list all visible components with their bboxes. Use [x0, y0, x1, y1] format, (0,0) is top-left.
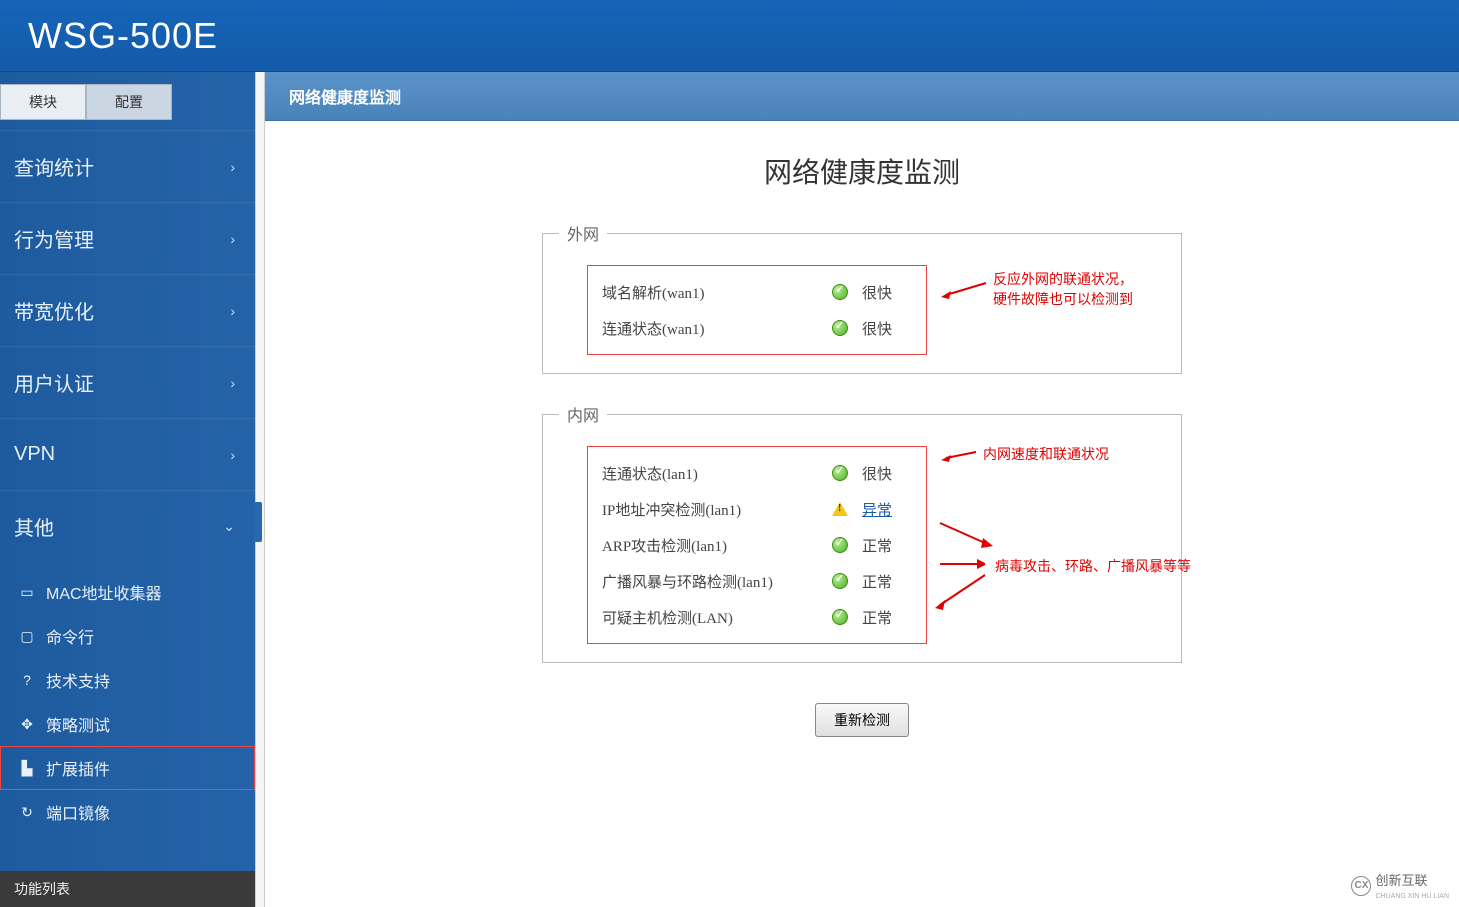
page-title: 网络健康度监测 [265, 151, 1459, 191]
sub-label: 端口镜像 [46, 800, 110, 824]
recheck-button[interactable]: 重新检测 [815, 703, 909, 737]
chevron-right-icon: › [230, 159, 235, 175]
puzzle-icon: ▙ [18, 759, 36, 777]
status-row: 可疑主机检测(LAN) 正常 [602, 599, 912, 635]
annotation-lan-attack: 病毒攻击、环路、广播风暴等等 [995, 556, 1191, 576]
nav-label: VPN [14, 443, 55, 466]
tab-config[interactable]: 配置 [86, 84, 172, 120]
status-text: 正常 [862, 571, 912, 592]
nav-other[interactable]: 其他 ⌄ [0, 490, 255, 562]
watermark-brand: 创新互联 [1375, 873, 1427, 888]
sub-label: 扩展插件 [46, 756, 110, 780]
status-text: 很快 [862, 318, 912, 339]
sub-cmdline[interactable]: ▢ 命令行 [0, 614, 255, 658]
nav-userauth[interactable]: 用户认证 › [0, 346, 255, 418]
sub-plugin[interactable]: ▙ 扩展插件 [0, 746, 255, 790]
main-content: 网络健康度监测 网络健康度监测 外网 域名解析(wan1) 很快 连通状态(wa… [265, 72, 1459, 907]
ok-icon [828, 609, 852, 625]
chevron-right-icon: › [230, 375, 235, 391]
subnav-other: ▭ MAC地址收集器 ▢ 命令行 ? 技术支持 ✥ 策略测试 ▙ 扩展插件 ↻ … [0, 562, 255, 846]
ok-icon [828, 573, 852, 589]
chevron-down-icon: ⌄ [223, 518, 235, 535]
card-icon: ▭ [18, 583, 36, 601]
splitter-handle-icon[interactable] [254, 502, 262, 542]
wan-status-box: 域名解析(wan1) 很快 连通状态(wan1) 很快 [587, 265, 927, 355]
chevron-right-icon: › [230, 231, 235, 247]
status-text: 正常 [862, 535, 912, 556]
ok-icon [828, 284, 852, 300]
nav-label: 带宽优化 [14, 296, 94, 325]
status-row: 域名解析(wan1) 很快 [602, 274, 912, 310]
sidebar: 模块 配置 查询统计 › 行为管理 › 带宽优化 › 用户认证 › VPN › … [0, 72, 255, 907]
refresh-icon: ↻ [18, 803, 36, 821]
sub-port-mirror[interactable]: ↻ 端口镜像 [0, 790, 255, 834]
status-row: ARP攻击检测(lan1) 正常 [602, 527, 912, 563]
status-row: 广播风暴与环路检测(lan1) 正常 [602, 563, 912, 599]
nav-label: 行为管理 [14, 224, 94, 253]
watermark-logo-icon: CX [1351, 876, 1371, 896]
watermark-sub: CHUANG XIN HU LIAN [1375, 893, 1449, 900]
ok-icon [828, 465, 852, 481]
nav-label: 用户认证 [14, 368, 94, 397]
tab-module[interactable]: 模块 [0, 84, 86, 120]
sidebar-footer: 功能列表 [0, 871, 255, 907]
status-row: 连通状态(lan1) 很快 [602, 455, 912, 491]
legend-lan: 内网 [559, 402, 607, 426]
arrow-icon [935, 570, 995, 610]
sub-mac-collector[interactable]: ▭ MAC地址收集器 [0, 570, 255, 614]
ok-icon [828, 537, 852, 553]
nav-query-stats[interactable]: 查询统计 › [0, 130, 255, 202]
status-text: 很快 [862, 282, 912, 303]
sub-label: MAC地址收集器 [46, 580, 162, 604]
group-wan: 外网 域名解析(wan1) 很快 连通状态(wan1) 很快 [542, 221, 1182, 374]
status-label: ARP攻击检测(lan1) [602, 535, 828, 556]
status-label: 连通状态(wan1) [602, 318, 828, 339]
ok-icon [828, 320, 852, 336]
chevron-right-icon: › [230, 303, 235, 319]
arrow-icon [941, 277, 991, 301]
nav-vpn[interactable]: VPN › [0, 418, 255, 490]
annotation-wan: 反应外网的联通状况，硬件故障也可以检测到 [993, 269, 1133, 309]
status-text: 很快 [862, 463, 912, 484]
sub-label: 命令行 [46, 624, 94, 648]
nav-label: 其他 [14, 512, 54, 541]
nav-behavior[interactable]: 行为管理 › [0, 202, 255, 274]
status-row: IP地址冲突检测(lan1) 异常 [602, 491, 912, 527]
app-title: WSG-500E [28, 15, 218, 57]
warn-icon [828, 502, 852, 516]
sub-policy-test[interactable]: ✥ 策略测试 [0, 702, 255, 746]
sub-label: 策略测试 [46, 712, 110, 736]
splitter[interactable] [255, 72, 265, 907]
app-header: WSG-500E [0, 0, 1459, 72]
sidebar-tabs: 模块 配置 [0, 84, 172, 120]
help-icon: ? [18, 671, 36, 689]
status-label: 广播风暴与环路检测(lan1) [602, 571, 828, 592]
group-lan: 内网 连通状态(lan1) 很快 IP地址冲突检测(lan1) 异常 [542, 402, 1182, 663]
move-icon: ✥ [18, 715, 36, 733]
nav-label: 查询统计 [14, 152, 94, 181]
nav-bandwidth[interactable]: 带宽优化 › [0, 274, 255, 346]
status-label: IP地址冲突检测(lan1) [602, 499, 828, 520]
watermark: CX 创新互联 CHUANG XIN HU LIAN [1351, 870, 1449, 901]
terminal-icon: ▢ [18, 627, 36, 645]
sub-support[interactable]: ? 技术支持 [0, 658, 255, 702]
lan-status-box: 连通状态(lan1) 很快 IP地址冲突检测(lan1) 异常 ARP攻击检测(… [587, 446, 927, 644]
status-link[interactable]: 异常 [862, 499, 912, 520]
status-label: 域名解析(wan1) [602, 282, 828, 303]
content-header: 网络健康度监测 [265, 72, 1459, 121]
status-label: 可疑主机检测(LAN) [602, 607, 828, 628]
legend-wan: 外网 [559, 221, 607, 245]
arrow-icon [941, 448, 981, 462]
annotation-lan-speed: 内网速度和联通状况 [983, 444, 1109, 464]
chevron-right-icon: › [230, 447, 235, 463]
status-row: 连通状态(wan1) 很快 [602, 310, 912, 346]
status-label: 连通状态(lan1) [602, 463, 828, 484]
sub-label: 技术支持 [46, 668, 110, 692]
status-text: 正常 [862, 607, 912, 628]
